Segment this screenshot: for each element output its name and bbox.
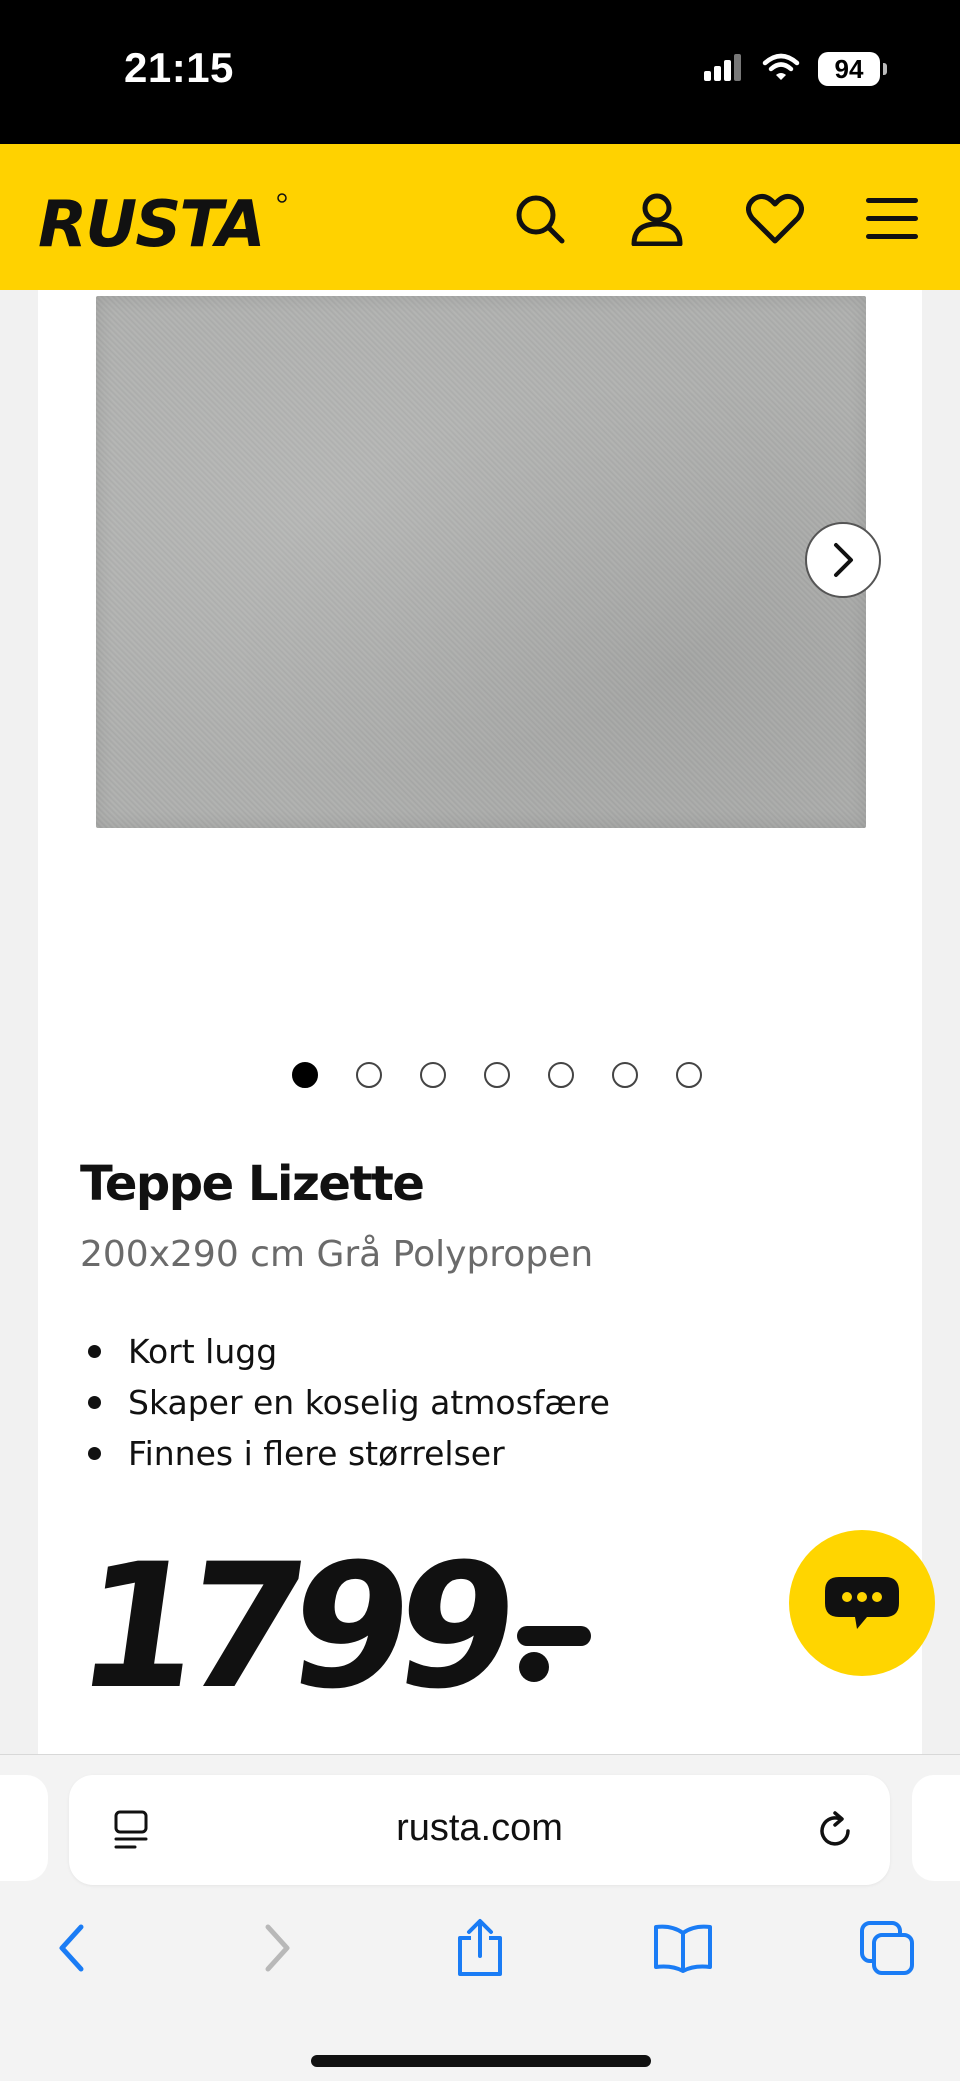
- product-subtitle: 200x290 cm Grå Polypropen: [80, 1234, 594, 1275]
- tabs-icon[interactable]: [852, 1913, 922, 1983]
- back-icon[interactable]: [36, 1913, 106, 1983]
- address-bar[interactable]: rusta.com: [69, 1775, 890, 1885]
- signal-icon: [704, 53, 744, 85]
- rusta-logo[interactable]: RUSTA: [38, 184, 288, 262]
- product-image[interactable]: [96, 296, 866, 828]
- site-header: RUSTA: [0, 144, 960, 290]
- carousel-dot[interactable]: [676, 1062, 702, 1088]
- share-icon[interactable]: [445, 1913, 515, 1983]
- price-dash-suffix: [516, 1552, 597, 1682]
- carousel-dots: [38, 1062, 922, 1088]
- wifi-icon: [762, 53, 800, 85]
- status-time: 21:15: [124, 44, 234, 91]
- carousel-next-button[interactable]: [805, 522, 881, 598]
- status-icons: 94: [704, 52, 887, 86]
- carousel-dot[interactable]: [548, 1062, 574, 1088]
- reload-icon[interactable]: [813, 1809, 857, 1853]
- home-indicator[interactable]: [311, 2055, 651, 2067]
- next-tab-preview[interactable]: [912, 1775, 960, 1881]
- previous-tab-preview[interactable]: [0, 1775, 48, 1881]
- account-icon[interactable]: [622, 184, 692, 254]
- chat-button[interactable]: [789, 1530, 935, 1676]
- battery-icon: 94: [818, 52, 887, 86]
- url-text: rusta.com: [396, 1807, 563, 1849]
- carousel-dot[interactable]: [484, 1062, 510, 1088]
- feature-item: Kort lugg: [80, 1326, 610, 1377]
- chat-icon: [825, 1577, 899, 1629]
- bookmarks-icon[interactable]: [648, 1913, 718, 1983]
- menu-icon[interactable]: [857, 184, 927, 254]
- feature-item: Finnes i flere størrelser: [80, 1428, 610, 1479]
- carousel-dot[interactable]: [356, 1062, 382, 1088]
- product-title: Teppe Lizette: [80, 1156, 425, 1212]
- carousel-dot[interactable]: [292, 1062, 318, 1088]
- feature-list: Kort lugg Skaper en koselig atmosfære Fi…: [80, 1326, 610, 1479]
- product-price: 1799: [66, 1526, 597, 1727]
- browser-nav: [0, 1913, 960, 1993]
- feature-item: Skaper en koselig atmosfære: [80, 1377, 610, 1428]
- chevron-right-icon: [834, 543, 853, 577]
- product-card: Teppe Lizette 200x290 cm Grå Polypropen …: [38, 290, 922, 1755]
- price-value: 1799: [65, 1526, 517, 1727]
- heart-icon[interactable]: [740, 184, 810, 254]
- status-bar: 21:15 94: [0, 0, 960, 144]
- carousel-dot[interactable]: [420, 1062, 446, 1088]
- carousel-dot[interactable]: [612, 1062, 638, 1088]
- svg-text:RUSTA: RUSTA: [38, 188, 264, 256]
- forward-icon[interactable]: [243, 1913, 313, 1983]
- search-icon[interactable]: [505, 184, 575, 254]
- browser-toolbar: rusta.com: [0, 1754, 960, 2081]
